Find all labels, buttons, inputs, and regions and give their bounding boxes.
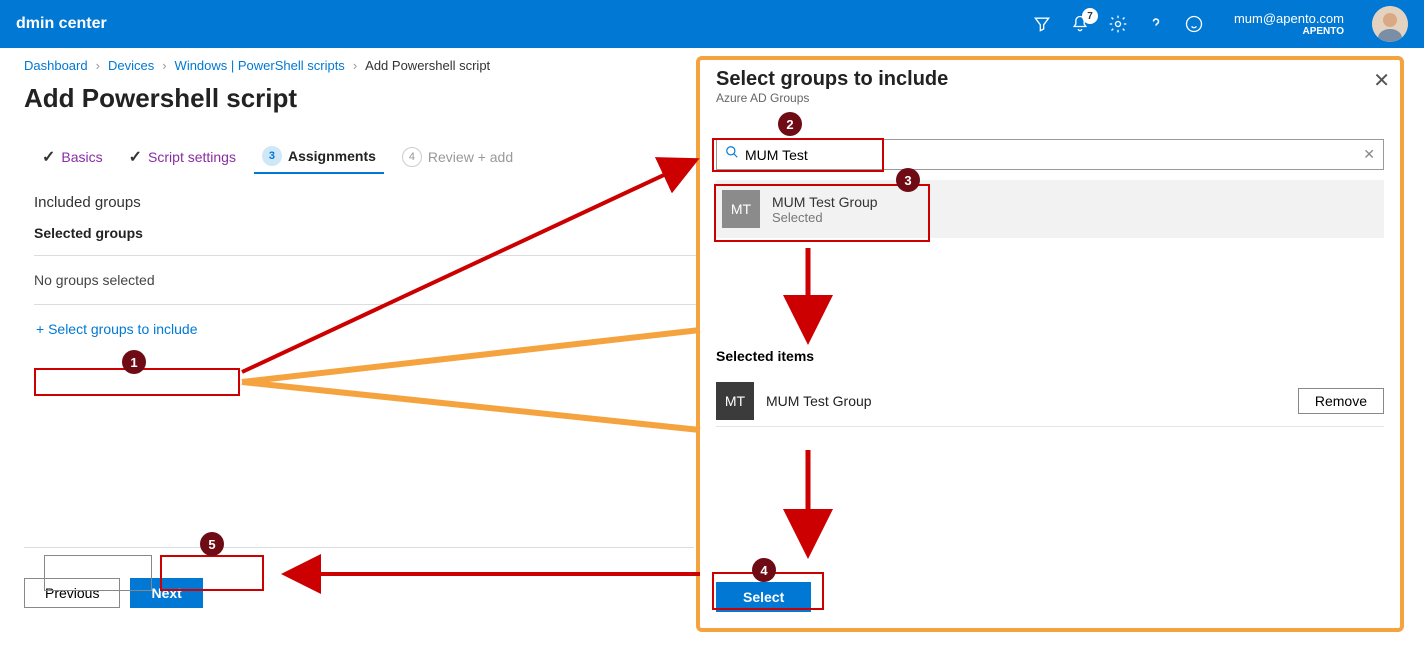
- chevron-icon: ›: [353, 58, 357, 73]
- selected-item-row: MT MUM Test Group Remove: [716, 376, 1384, 427]
- next-button[interactable]: Next: [130, 578, 202, 608]
- annotation-marker: 1: [122, 350, 146, 374]
- avatar[interactable]: [1372, 6, 1408, 42]
- portal-title: dmin center: [16, 15, 1032, 33]
- search-input-wrapper[interactable]: ✕: [716, 139, 1384, 170]
- select-button[interactable]: Select: [716, 582, 811, 612]
- check-icon: ✓: [42, 147, 55, 167]
- chevron-icon: ›: [96, 58, 100, 73]
- feedback-icon[interactable]: [1184, 14, 1204, 34]
- flyout-subtitle: Azure AD Groups: [716, 91, 1384, 105]
- search-result-row[interactable]: MT MUM Test Group Selected: [716, 180, 1384, 238]
- chevron-icon: ›: [162, 58, 166, 73]
- previous-button[interactable]: Previous: [24, 578, 120, 608]
- result-status: Selected: [772, 210, 878, 225]
- annotation-marker: 5: [200, 532, 224, 556]
- close-icon[interactable]: ✕: [1373, 68, 1390, 93]
- user-email: mum@apento.com: [1234, 11, 1344, 26]
- group-avatar: MT: [716, 382, 754, 420]
- user-org: APENTO: [1303, 26, 1345, 37]
- breadcrumb-current: Add Powershell script: [365, 58, 490, 73]
- select-groups-link[interactable]: + Select groups to include: [34, 315, 200, 343]
- tab-review: 4 Review + add: [394, 141, 521, 173]
- topbar-icon-group: 7 mum@apento.com APENTO: [1032, 6, 1408, 42]
- bell-icon[interactable]: 7: [1070, 14, 1090, 34]
- help-icon[interactable]: [1146, 14, 1166, 34]
- selected-items-heading: Selected items: [716, 348, 1384, 364]
- check-icon: ✓: [129, 147, 142, 167]
- top-bar: dmin center 7 mum@apento.com APENTO: [0, 0, 1424, 48]
- clear-icon[interactable]: ✕: [1363, 146, 1375, 163]
- wizard-footer: Previous Next: [24, 578, 203, 608]
- filter-icon[interactable]: [1032, 14, 1052, 34]
- remove-button[interactable]: Remove: [1298, 388, 1384, 414]
- step-number: 3: [262, 146, 282, 166]
- breadcrumb-dashboard[interactable]: Dashboard: [24, 58, 88, 73]
- search-icon: [725, 145, 739, 164]
- notification-badge: 7: [1082, 8, 1098, 24]
- group-avatar: MT: [722, 190, 760, 228]
- tab-script-settings[interactable]: ✓ Script settings: [121, 141, 244, 173]
- gear-icon[interactable]: [1108, 14, 1128, 34]
- divider: [24, 547, 694, 548]
- breadcrumb-devices[interactable]: Devices: [108, 58, 154, 73]
- tab-basics[interactable]: ✓ Basics: [34, 141, 111, 173]
- selected-item-name: MUM Test Group: [766, 393, 872, 409]
- flyout-title: Select groups to include: [716, 68, 1384, 91]
- annotation-box: [34, 368, 240, 396]
- select-groups-flyout: ✕ Select groups to include Azure AD Grou…: [696, 56, 1404, 632]
- step-number: 4: [402, 147, 422, 167]
- result-name: MUM Test Group: [772, 194, 878, 210]
- search-input[interactable]: [739, 147, 1363, 163]
- user-block[interactable]: mum@apento.com APENTO: [1234, 11, 1344, 37]
- tab-assignments[interactable]: 3 Assignments: [254, 140, 384, 174]
- breadcrumb-scripts[interactable]: Windows | PowerShell scripts: [175, 58, 345, 73]
